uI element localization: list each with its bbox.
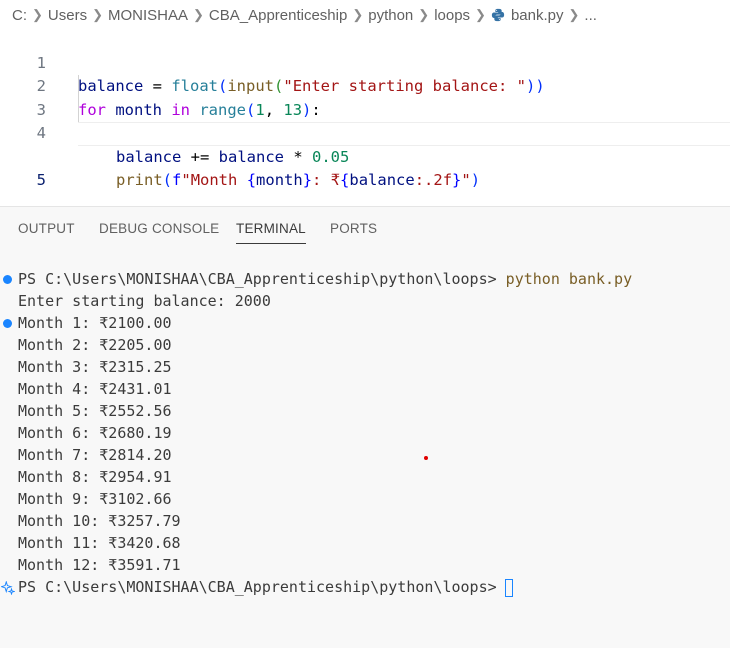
terminal-command: python bank.py	[505, 270, 633, 288]
code-line[interactable]: 1 balance = float(input("Enter starting …	[0, 28, 730, 96]
terminal-line: Month 9: ₹3102.66	[18, 490, 172, 508]
code-text: print(f"Month {month}: ₹{balance:.2f}")	[116, 171, 481, 189]
terminal-line: Month 10: ₹3257.79	[18, 512, 181, 530]
breadcrumb-drive[interactable]: C:	[12, 7, 27, 24]
terminal-line[interactable]: PS C:\Users\MONISHAA\CBA_Apprenticeship\…	[18, 576, 513, 598]
command-status-dot[interactable]	[3, 275, 12, 284]
terminal-line: Month 11: ₹3420.68	[18, 534, 181, 552]
chevron-right-icon: ❯	[193, 7, 204, 22]
indent-guide	[78, 75, 79, 99]
chevron-right-icon: ❯	[475, 7, 486, 22]
code-line[interactable]: 3 balance += balance * 0.05	[0, 75, 730, 166]
breadcrumb: C: ❯ Users ❯ MONISHAA ❯ CBA_Apprenticesh…	[12, 4, 597, 26]
tab-debug-console[interactable]: DEBUG CONSOLE	[99, 221, 219, 236]
breadcrumb-item[interactable]: MONISHAA	[108, 7, 188, 24]
code-line[interactable]: 4 print(f"Month {month}: ₹{balance:.2f}"…	[0, 98, 730, 189]
chevron-right-icon: ❯	[418, 7, 430, 22]
terminal-line: Month 5: ₹2552.56	[18, 402, 172, 420]
chevron-right-icon: ❯	[568, 7, 580, 22]
breadcrumb-file[interactable]: bank.py	[511, 7, 564, 24]
breadcrumb-item[interactable]: loops	[434, 7, 470, 24]
red-dot-marker	[424, 456, 428, 460]
sparkle-icon[interactable]	[1, 581, 15, 595]
panel-tab-bar: OUTPUT DEBUG CONSOLE TERMINAL PORTS	[0, 206, 730, 255]
tab-terminal[interactable]: TERMINAL	[236, 221, 306, 244]
code-editor[interactable]: 1 balance = float(input("Enter starting …	[0, 28, 730, 189]
terminal-line: Month 1: ₹2100.00	[18, 314, 172, 332]
breadcrumb-more[interactable]: ...	[584, 7, 597, 24]
terminal-line: Month 7: ₹2814.20	[18, 446, 172, 464]
terminal-line: Month 2: ₹2205.00	[18, 336, 172, 354]
python-file-icon	[491, 8, 505, 22]
terminal-panel[interactable]: PS C:\Users\MONISHAA\CBA_Apprenticeship\…	[0, 254, 730, 648]
terminal-line: Month 12: ₹3591.71	[18, 556, 181, 574]
terminal-prompt: PS C:\Users\MONISHAA\CBA_Apprenticeship\…	[18, 578, 497, 596]
code-line-current[interactable]: 5	[0, 122, 730, 189]
indent-guide	[78, 98, 79, 122]
chevron-right-icon: ❯	[92, 7, 103, 22]
terminal-prompt: PS C:\Users\MONISHAA\CBA_Apprenticeship\…	[18, 270, 497, 288]
terminal-line: Month 4: ₹2431.01	[18, 380, 172, 398]
code-text: balance += balance * 0.05	[116, 147, 350, 166]
code-line[interactable]: 2 for month in range(1, 13):	[0, 52, 730, 119]
chevron-right-icon: ❯	[352, 7, 364, 22]
line-number: 5	[36, 171, 46, 189]
editor-area[interactable]: C: ❯ Users ❯ MONISHAA ❯ CBA_Apprenticesh…	[0, 0, 730, 206]
breadcrumb-item[interactable]: CBA_Apprenticeship	[209, 7, 347, 24]
breadcrumb-item[interactable]: python	[368, 7, 413, 24]
terminal-cursor	[504, 578, 513, 597]
tab-ports[interactable]: PORTS	[330, 221, 377, 236]
current-line-highlight	[78, 122, 730, 146]
tab-output[interactable]: OUTPUT	[18, 221, 75, 236]
terminal-line: Month 6: ₹2680.19	[18, 424, 172, 442]
terminal-line: Enter starting balance: 2000	[18, 292, 271, 310]
command-status-dot[interactable]	[3, 319, 12, 328]
terminal-line: PS C:\Users\MONISHAA\CBA_Apprenticeship\…	[18, 268, 632, 290]
breadcrumb-item[interactable]: Users	[48, 7, 87, 24]
terminal-line: Month 8: ₹2954.91	[18, 468, 172, 486]
chevron-right-icon: ❯	[32, 7, 43, 22]
terminal-line: Month 3: ₹2315.25	[18, 358, 172, 376]
